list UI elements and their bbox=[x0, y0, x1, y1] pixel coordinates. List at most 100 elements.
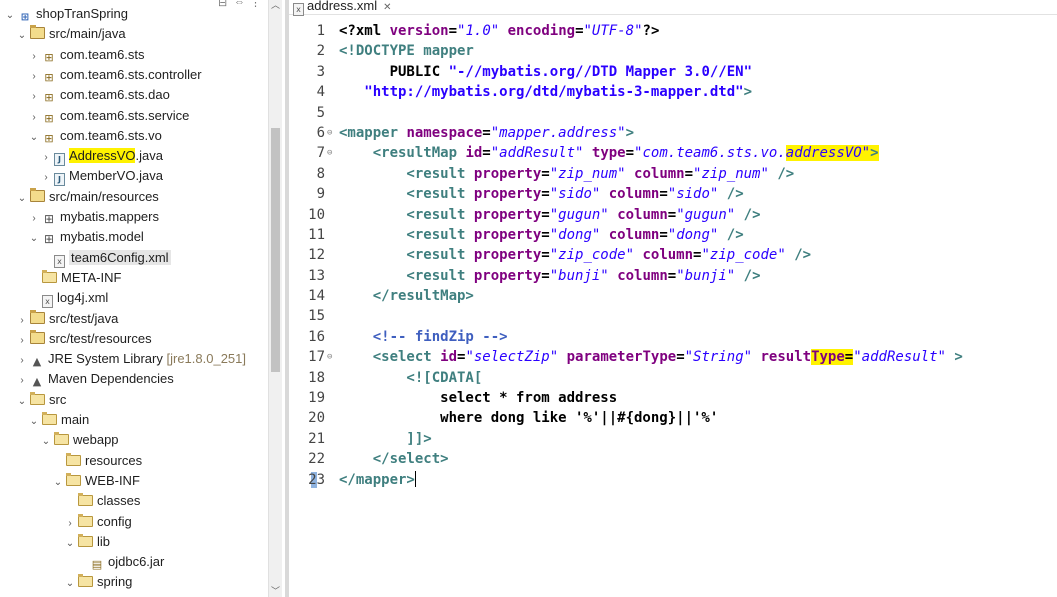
code-line[interactable]: 11 <result property="dong" column="dong"… bbox=[289, 225, 1057, 245]
link-editor-icon[interactable]: ⇔ bbox=[234, 0, 245, 8]
code-line[interactable]: 3 PUBLIC "-//mybatis.org//DTD Mapper 3.0… bbox=[289, 62, 1057, 82]
expanded-chevron-icon[interactable]: ⌄ bbox=[16, 189, 28, 209]
code-line[interactable]: 10 <result property="gugun" column="gugu… bbox=[289, 205, 1057, 225]
fold-toggle-icon[interactable]: ⊖ bbox=[327, 347, 332, 367]
code-line[interactable]: 16 <!-- findZip --> bbox=[289, 327, 1057, 347]
xml-editor[interactable]: x address.xml ✕ 1 <?xml version="1.0" encod… bbox=[289, 0, 1057, 597]
scroll-thumb[interactable] bbox=[271, 128, 280, 372]
collapsed-chevron-icon[interactable]: › bbox=[28, 47, 40, 67]
code-line[interactable]: 8 <result property="zip_num" column="zip… bbox=[289, 164, 1057, 184]
tree-item[interactable]: ⌄ src/main/resources bbox=[16, 187, 159, 207]
collapsed-chevron-icon[interactable]: › bbox=[16, 331, 28, 351]
tree-item[interactable]: ⌄ WEB-INF bbox=[52, 471, 140, 491]
code-line[interactable]: 13 <result property="bunji" column="bunj… bbox=[289, 266, 1057, 286]
collapsed-chevron-icon[interactable]: › bbox=[40, 148, 52, 168]
scroll-down-icon[interactable]: ﹀ bbox=[269, 584, 282, 597]
code-line[interactable]: 22 </select> bbox=[289, 449, 1057, 469]
code-line[interactable]: 18 <![CDATA[ bbox=[289, 368, 1057, 388]
code-token: column bbox=[617, 206, 668, 223]
tree-item[interactable]: ⌄ src bbox=[16, 390, 66, 410]
code-line[interactable]: 21 ]]> bbox=[289, 429, 1057, 449]
tree-item[interactable]: › J MemberVO.java bbox=[40, 166, 163, 188]
tree-item[interactable]: › ▲ JRE System Library [jre1.8.0_251] bbox=[16, 349, 246, 369]
tree-item[interactable]: ⌄ src/main/java bbox=[16, 24, 126, 44]
code-line[interactable]: 1 <?xml version="1.0" encoding="UTF-8"?> bbox=[289, 21, 1057, 41]
expanded-chevron-icon[interactable]: ⌄ bbox=[64, 574, 76, 594]
collapsed-chevron-icon[interactable]: › bbox=[28, 108, 40, 128]
tree-item-decoration: [jre1.8.0_251] bbox=[162, 351, 246, 367]
code-line[interactable]: 2 <!DOCTYPE mapper bbox=[289, 41, 1057, 61]
expanded-chevron-icon[interactable]: ⌄ bbox=[16, 26, 28, 46]
tree-item[interactable]: ▤ ojdbc6.jar bbox=[76, 552, 165, 572]
code-line[interactable]: 19 select * from address bbox=[289, 388, 1057, 408]
code-token: = bbox=[482, 124, 491, 141]
fold-toggle-icon[interactable]: ⊖ bbox=[327, 143, 332, 163]
tree-item[interactable]: resources bbox=[52, 451, 142, 471]
code-line[interactable]: 20 where dong like '%'||#{dong}||'%' bbox=[289, 408, 1057, 428]
collapsed-chevron-icon[interactable]: › bbox=[64, 514, 76, 534]
tree-item[interactable]: › ▲ Maven Dependencies bbox=[16, 369, 173, 391]
tree-item[interactable]: x team6Config.xml bbox=[40, 248, 171, 268]
tree-item[interactable]: › ⊞ com.team6.sts.controller bbox=[28, 65, 201, 87]
tree-item[interactable]: ⌄ ⊞ com.team6.sts.vo bbox=[28, 126, 162, 146]
code-line[interactable]: 9 <result property="sido" column="sido" … bbox=[289, 184, 1057, 204]
expanded-chevron-icon[interactable]: ⌄ bbox=[52, 473, 64, 493]
line-number: 9 bbox=[316, 186, 325, 203]
collapsed-chevron-icon[interactable]: › bbox=[16, 351, 28, 371]
expanded-chevron-icon[interactable]: ⌄ bbox=[4, 6, 16, 26]
code-line[interactable]: 12 <result property="zip_code" column="z… bbox=[289, 245, 1057, 265]
code-text: <mapper namespace="mapper.address"> bbox=[339, 123, 634, 143]
code-line[interactable]: 17 ⊖ <select id = "selectZip" parameterType… bbox=[289, 347, 1057, 367]
code-line[interactable]: 6 ⊖ <mapper namespace="mapper.address"> bbox=[289, 123, 1057, 143]
tree-item[interactable]: › src/test/java bbox=[16, 309, 118, 329]
tree-item[interactable]: ⌄ ⊞ mybatis.model bbox=[28, 227, 144, 247]
tree-item[interactable]: classes bbox=[64, 491, 140, 511]
editor-tab[interactable]: x address.xml ✕ bbox=[289, 0, 398, 16]
tree-item[interactable]: › ⊞ com.team6.sts.dao bbox=[28, 85, 170, 105]
view-menu-icon[interactable]: ⋮ bbox=[250, 0, 261, 9]
tree-item-label-wrap: config bbox=[97, 514, 132, 529]
code-line[interactable]: 7 ⊖ <resultMap id="addResult" type="com.t… bbox=[289, 143, 1057, 163]
tree-item[interactable]: ⌄ spring bbox=[64, 572, 132, 592]
expanded-chevron-icon[interactable]: ⌄ bbox=[64, 534, 76, 554]
code-token: /> bbox=[718, 226, 744, 243]
code-area[interactable]: 1 <?xml version="1.0" encoding="UTF-8"?> 2… bbox=[289, 21, 1057, 490]
tree-item[interactable]: ⌄ webapp bbox=[40, 430, 119, 450]
collapsed-chevron-icon[interactable]: › bbox=[40, 168, 52, 188]
tree-item[interactable]: ⌄ lib bbox=[64, 532, 110, 552]
tree-item[interactable]: › ⊞ com.team6.sts.service bbox=[28, 106, 189, 126]
tree-item[interactable]: › src/test/resources bbox=[16, 329, 152, 349]
code-line[interactable]: 14 </resultMap> bbox=[289, 286, 1057, 306]
code-line[interactable]: 5 bbox=[289, 103, 1057, 123]
code-token: = bbox=[575, 23, 584, 39]
tree-item[interactable]: › ⊞ com.team6.sts bbox=[28, 45, 144, 67]
fold-toggle-icon[interactable]: ⊖ bbox=[327, 123, 332, 143]
collapsed-chevron-icon[interactable]: › bbox=[28, 87, 40, 107]
collapse-all-icon[interactable]: ⊟ bbox=[218, 0, 227, 9]
tree-item[interactable]: › J AddressVO.java bbox=[40, 146, 163, 168]
collapsed-chevron-icon[interactable]: › bbox=[16, 371, 28, 391]
collapsed-chevron-icon[interactable]: › bbox=[28, 209, 40, 229]
expanded-chevron-icon[interactable]: ⌄ bbox=[28, 412, 40, 432]
expanded-chevron-icon[interactable]: ⌄ bbox=[16, 392, 28, 412]
code-text: select * from address bbox=[339, 388, 617, 408]
scroll-up-icon[interactable]: ︿ bbox=[269, 0, 282, 11]
tree-item[interactable]: › config bbox=[64, 512, 132, 532]
expanded-chevron-icon[interactable]: ⌄ bbox=[28, 128, 40, 148]
tree-item[interactable]: ⌄ main bbox=[28, 410, 89, 430]
code-line[interactable]: 15 bbox=[289, 306, 1057, 326]
expanded-chevron-icon[interactable]: ⌄ bbox=[40, 432, 52, 452]
explorer-scrollbar[interactable]: ︿ ﹀ bbox=[268, 0, 282, 597]
collapsed-chevron-icon[interactable]: › bbox=[16, 311, 28, 331]
collapsed-chevron-icon[interactable]: › bbox=[28, 67, 40, 87]
tree-item[interactable]: ⌄ ⊞ shopTranSpring bbox=[4, 4, 128, 24]
expanded-chevron-icon[interactable]: ⌄ bbox=[28, 229, 40, 249]
tree-item[interactable]: META-INF bbox=[28, 268, 121, 288]
folder-icon bbox=[66, 472, 81, 486]
code-line[interactable]: 4 "http://mybatis.org/dtd/mybatis-3-mapp… bbox=[289, 82, 1057, 102]
close-tab-icon[interactable]: ✕ bbox=[383, 2, 391, 13]
tree-item[interactable]: x log4j.xml bbox=[28, 288, 108, 309]
tree-item-label-wrap: webapp bbox=[73, 432, 119, 447]
tree-item[interactable]: › ⊞ mybatis.mappers bbox=[28, 207, 159, 227]
code-line[interactable]: 23 </mapper> bbox=[289, 470, 1057, 490]
